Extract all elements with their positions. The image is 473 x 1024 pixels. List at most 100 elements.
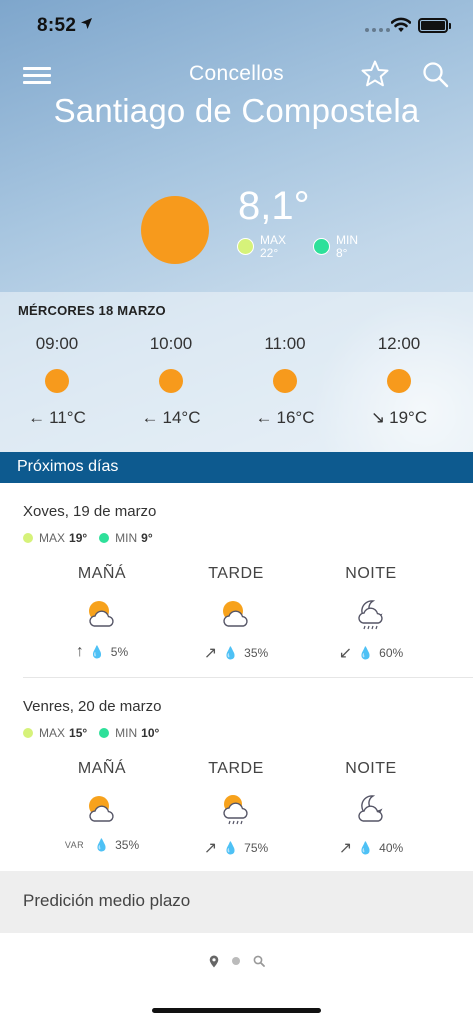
wind-variable: VAR <box>64 840 85 850</box>
partly-cloudy-icon <box>223 601 248 627</box>
rain-drop-icon: 💧 <box>358 841 374 855</box>
favorite-star-icon[interactable] <box>360 59 390 89</box>
partly-cloudy-icon <box>89 601 114 627</box>
day-title: Xoves, 19 de marzo <box>23 503 157 520</box>
max-label: MAX <box>39 726 66 740</box>
rain-probability: 75% <box>244 841 269 855</box>
period-manha: MAÑÁ ↑ 💧 5% <box>32 565 172 665</box>
home-indicator[interactable] <box>152 1008 321 1013</box>
day-minmax: MAX 15° MIN 10° <box>23 726 171 740</box>
signal-icon <box>365 28 390 32</box>
current-max: MAX 22° <box>237 234 286 260</box>
search-icon[interactable] <box>421 60 451 90</box>
rain-probability: 5% <box>110 645 129 659</box>
period-name: NOITE <box>345 760 397 777</box>
period-name: NOITE <box>345 565 397 582</box>
hour-wind-temp: ← 11°C <box>0 408 114 428</box>
sun-icon <box>387 369 411 393</box>
day-minmax: MAX 19° MIN 9° <box>23 531 165 545</box>
rain-drop-icon: 💧 <box>358 646 374 660</box>
wind-arrow-icon: ↗ <box>203 645 218 662</box>
min-label: MIN <box>115 531 138 545</box>
max-value: 22° <box>260 246 279 260</box>
sun-icon <box>159 369 183 393</box>
hour-temp: 19°C <box>389 408 428 427</box>
max-dot <box>23 533 33 543</box>
period-tarde: TARDE ↗ 💧 75% <box>166 760 306 860</box>
hour-time: 09:00 <box>35 334 79 353</box>
status-bar: 8:52 <box>0 0 473 50</box>
current-min: MIN 8° <box>313 234 358 260</box>
max-dot <box>23 728 33 738</box>
today-hourly: MÉRCORES 18 MARZO 09:00 ← 11°C 10:00 ← 14°… <box>0 292 473 452</box>
sun-icon <box>45 369 69 393</box>
min-value: 10° <box>141 726 160 740</box>
rain-drop-icon: 💧 <box>223 841 239 855</box>
night-cloud-rain-icon <box>358 600 383 630</box>
hour-item: 09:00 ← 11°C <box>0 292 114 452</box>
day-title: Venres, 20 de marzo <box>23 698 162 715</box>
period-noite: NOITE ↙ 💧 60% <box>301 565 441 665</box>
min-dot <box>99 728 110 738</box>
search-page-icon[interactable] <box>253 955 265 967</box>
wind-arrow-icon: ↗ <box>203 840 218 857</box>
page-indicator[interactable] <box>0 951 473 971</box>
medio-plazo-section[interactable]: Predición medio plazo <box>0 871 473 933</box>
period-name: MAÑÁ <box>77 760 127 777</box>
sun-icon <box>141 196 209 264</box>
page-dot[interactable] <box>231 957 240 965</box>
hour-item: 11:00 ← 16°C <box>228 292 342 452</box>
sun-icon <box>273 369 297 393</box>
hero-background: 8:52 Concellos Santiago de Compostela 8,… <box>0 0 473 452</box>
rain-probability: 35% <box>115 838 140 852</box>
rain-drop-icon: 💧 <box>94 838 110 852</box>
wind-arrow-icon: ← <box>141 408 159 427</box>
day-card[interactable]: Venres, 20 de marzo MAX 15° MIN 10° MAÑÁ V… <box>0 678 473 872</box>
current-temperature: 8,1° <box>238 184 310 228</box>
period-name: TARDE <box>208 760 264 777</box>
rain-probability: 40% <box>379 841 404 855</box>
hour-time: 11:00 <box>264 334 306 353</box>
hour-item: 12:00 ↘ 19°C <box>342 292 456 452</box>
partly-cloudy-icon <box>89 796 114 822</box>
min-dot <box>99 533 110 543</box>
wifi-icon <box>391 17 411 32</box>
min-label: MIN <box>115 726 138 740</box>
hour-time: 10:00 <box>149 334 193 353</box>
proximos-label: Próximos días <box>17 458 119 475</box>
period-tarde: TARDE ↗ 💧 35% <box>166 565 306 665</box>
city-name: Santiago de Compostela <box>53 92 420 129</box>
battery-icon <box>418 18 451 33</box>
day-card[interactable]: Xoves, 19 de marzo MAX 19° MIN 9° MAÑÁ ↑ 💧 5… <box>0 483 473 677</box>
max-dot <box>237 238 254 255</box>
period-manha: MAÑÁ VAR 💧 35% <box>32 760 172 860</box>
wind-arrow-icon: ← <box>28 408 46 427</box>
proximos-dias-header: Próximos días <box>0 452 473 483</box>
min-value: 9° <box>141 531 153 545</box>
cloud-sun-rain-icon <box>223 795 248 825</box>
min-dot <box>313 238 330 255</box>
status-time: 8:52 <box>37 15 77 36</box>
hour-item: 10:00 ← 14°C <box>114 292 228 452</box>
rain-probability: 35% <box>244 646 269 660</box>
wind-arrow-icon: ↑ <box>75 643 84 660</box>
max-label: MAX <box>39 531 66 545</box>
hour-wind-temp: ↘ 19°C <box>342 408 456 428</box>
wind-arrow-icon: ↘ <box>370 408 386 427</box>
hour-time: 12:00 <box>377 334 421 353</box>
wind-arrow-icon: ← <box>255 408 273 427</box>
medio-plazo-label: Predición medio plazo <box>23 891 191 910</box>
night-cloud-icon <box>358 795 383 822</box>
header-title: Concellos <box>189 62 284 85</box>
location-pin-icon[interactable] <box>209 955 219 968</box>
hour-temp: 11°C <box>49 408 86 427</box>
period-noite: NOITE ↗ 💧 40% <box>301 760 441 860</box>
rain-drop-icon: 💧 <box>223 646 239 660</box>
wind-arrow-icon: ↗ <box>338 840 353 857</box>
period-name: TARDE <box>208 565 264 582</box>
max-value: 19° <box>69 531 88 545</box>
period-name: MAÑÁ <box>77 565 127 582</box>
hour-wind-temp: ← 14°C <box>114 408 228 428</box>
location-arrow-icon <box>81 18 92 29</box>
min-value: 8° <box>336 246 348 260</box>
